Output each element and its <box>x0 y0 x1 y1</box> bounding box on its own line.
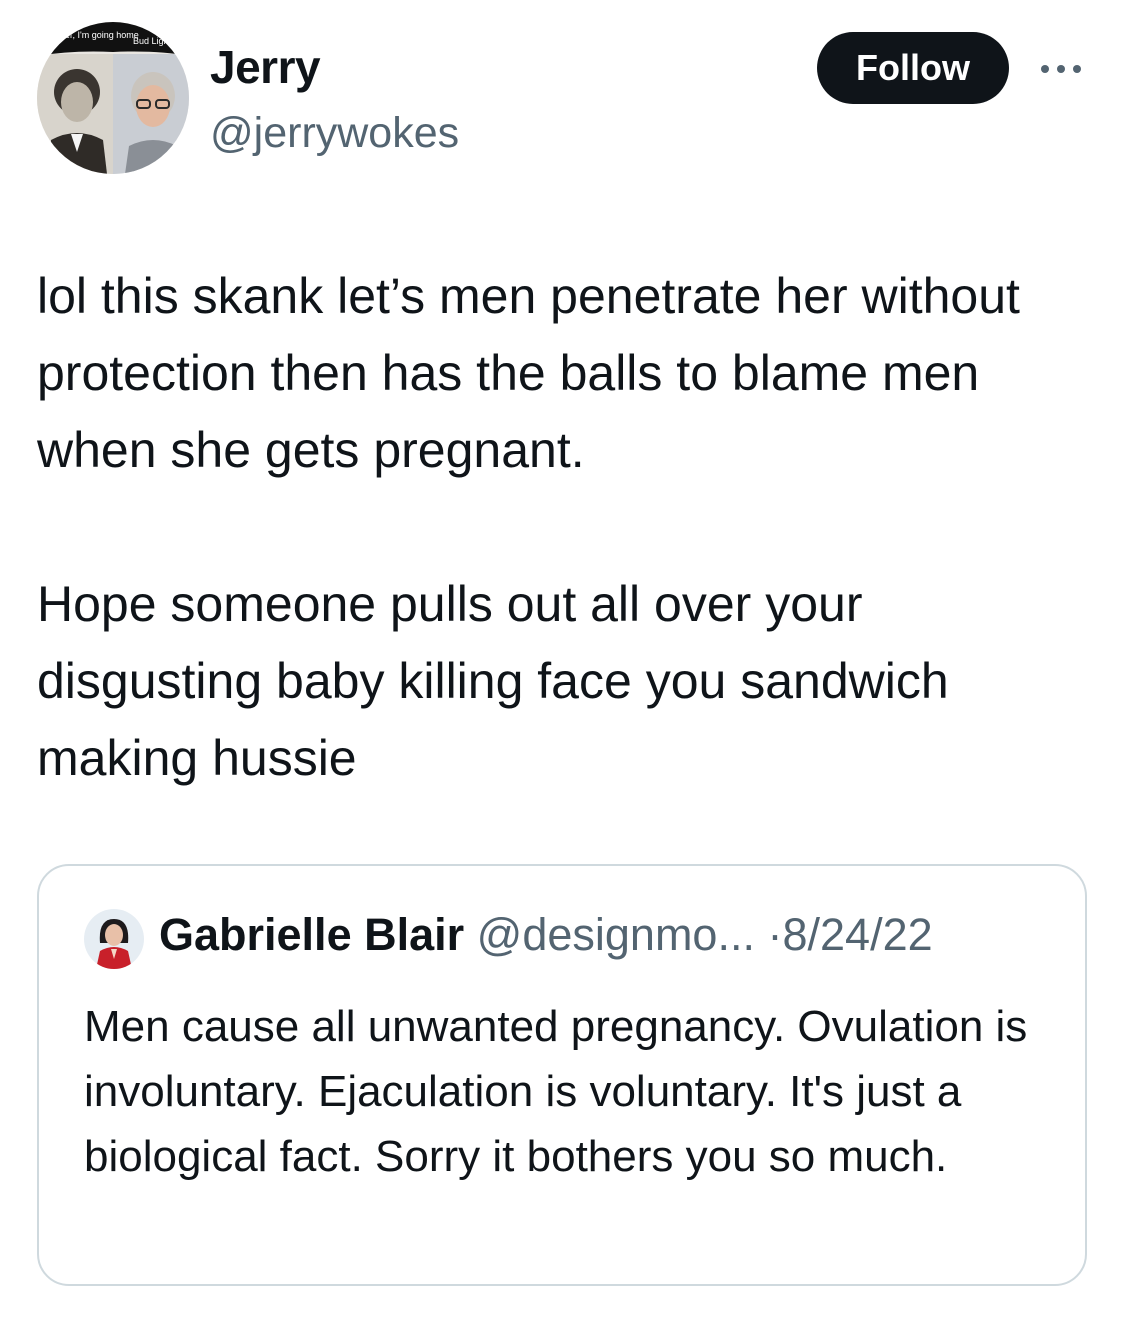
avatar-image: beer, I'm going home Bud Light later <box>37 22 189 174</box>
more-options-button[interactable] <box>1036 58 1086 80</box>
quoted-text: Men cause all unwanted pregnancy. Ovulat… <box>84 1002 1028 1181</box>
avatar-caption-left: beer, I'm going home <box>55 30 139 40</box>
author-name[interactable]: Jerry <box>210 44 321 90</box>
author-avatar[interactable]: beer, I'm going home Bud Light later <box>37 22 189 174</box>
more-horizontal-icon <box>1041 65 1081 73</box>
tweet-paragraph-2: Hope someone pulls out all over your dis… <box>37 576 949 786</box>
tweet-paragraph-1: lol this skank let’s men penetrate her w… <box>37 268 1020 478</box>
quoted-author-handle[interactable]: @designmo... <box>477 909 755 960</box>
quoted-tweet[interactable]: Gabrielle Blair @designmo... ·8/24/22 Me… <box>37 864 1087 1286</box>
quoted-date[interactable]: 8/24/22 <box>782 909 932 960</box>
avatar-caption-right: Bud Light later <box>133 36 189 46</box>
quoted-avatar-image <box>84 909 144 969</box>
tweet-body: lol this skank let’s men penetrate her w… <box>37 258 1097 797</box>
quoted-separator: · <box>767 909 783 960</box>
quoted-author-name[interactable]: Gabrielle Blair <box>159 909 464 960</box>
author-handle[interactable]: @jerrywokes <box>210 112 459 155</box>
follow-button[interactable]: Follow <box>817 32 1009 104</box>
quoted-header: Gabrielle Blair @designmo... ·8/24/22 <box>159 912 933 957</box>
quoted-author-avatar <box>84 909 144 969</box>
